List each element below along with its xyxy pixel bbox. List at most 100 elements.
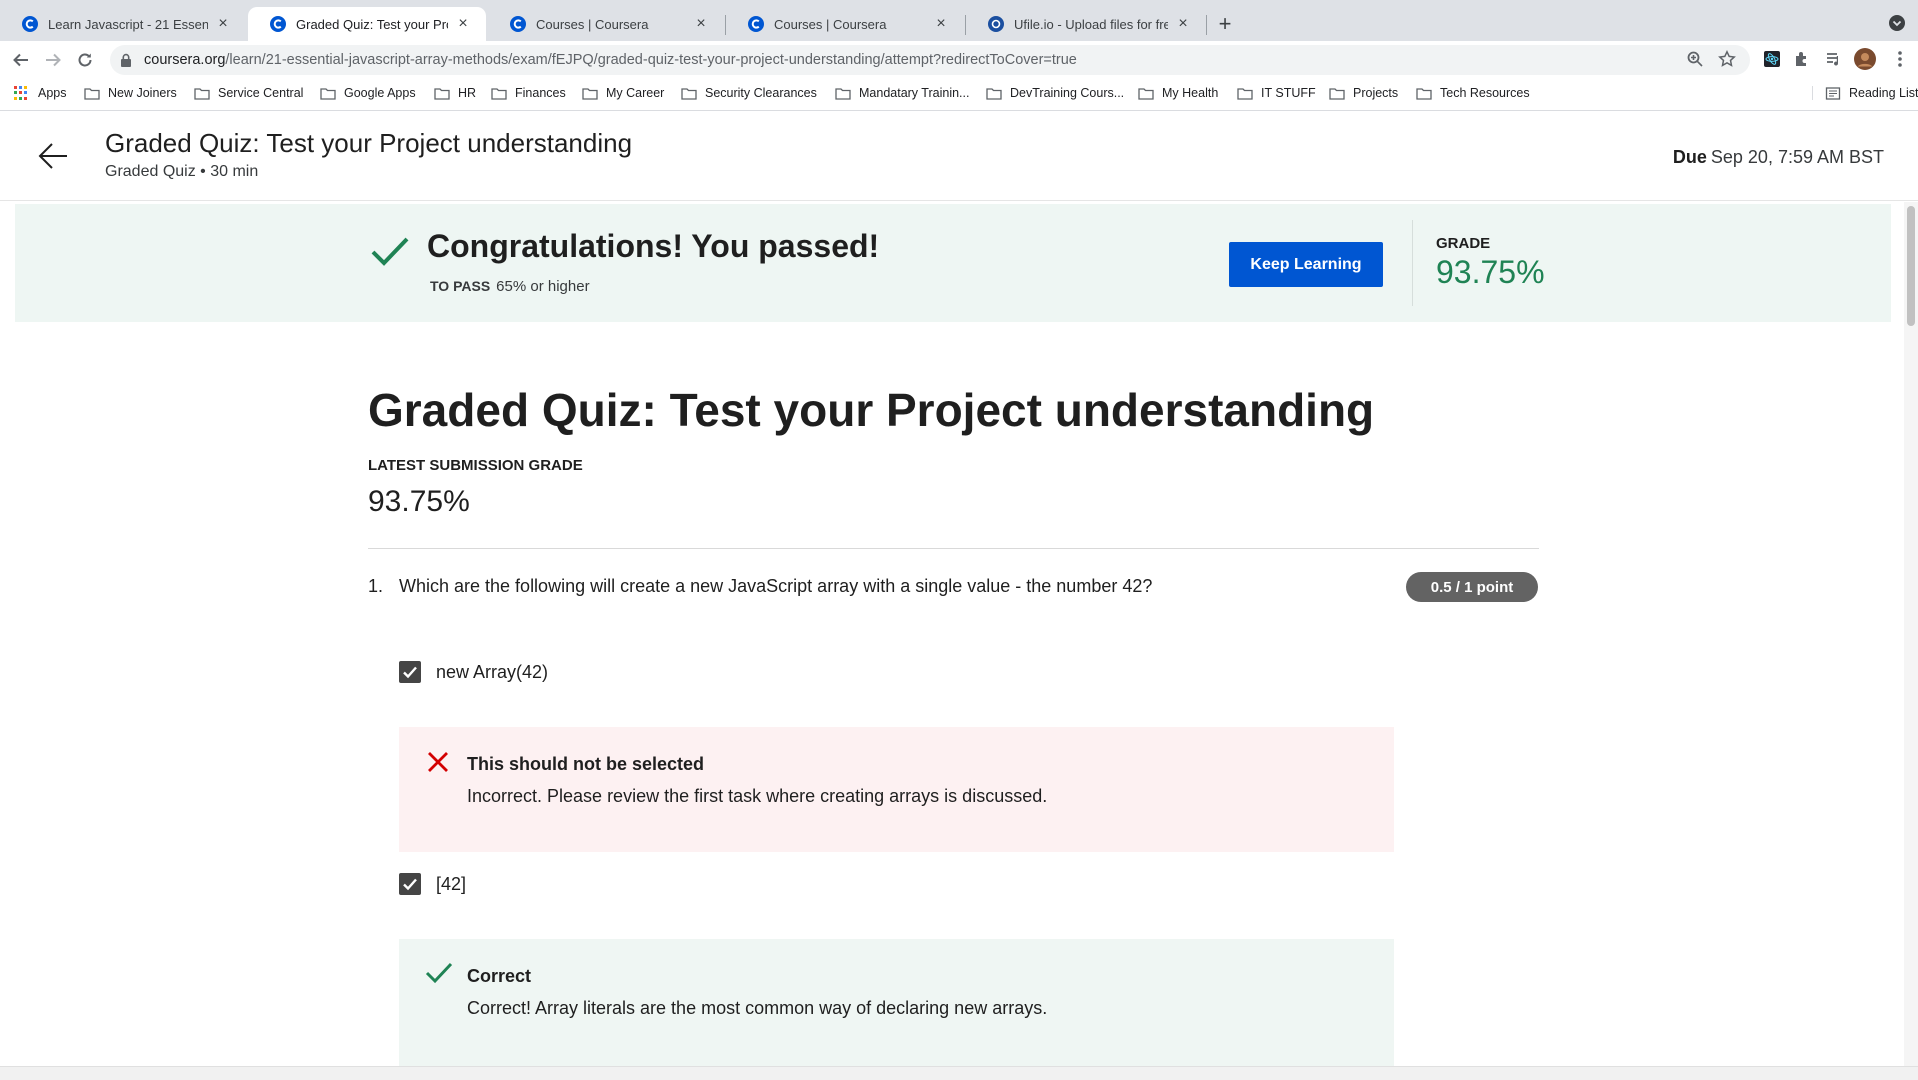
feedback-correct: Correct Correct! Array literals are the … (399, 939, 1394, 1066)
bookmark-folder[interactable]: My Health (1138, 86, 1218, 100)
tab-search-chevron-icon[interactable] (1888, 14, 1906, 32)
bookmark-folder[interactable]: New Joiners (84, 86, 177, 100)
tab-title: Learn Javascript - 21 Essential (48, 16, 208, 32)
folder-icon (320, 87, 336, 100)
bookmarks-bar: Apps New Joiners Service Central Google … (0, 78, 1918, 111)
browser-toolbar: coursera.org/learn/21-essential-javascri… (0, 41, 1918, 78)
bookmark-folder[interactable]: IT STUFF (1237, 86, 1316, 100)
browser-tab[interactable]: Courses | Coursera × (488, 7, 724, 41)
tab-title: Courses | Coursera (774, 16, 887, 32)
bookmark-folder[interactable]: My Career (582, 86, 664, 100)
vertical-scrollbar[interactable] (1904, 202, 1918, 1066)
bookmark-label: Service Central (218, 86, 304, 100)
bookmark-apps[interactable]: Apps (14, 86, 67, 100)
new-tab-plus-icon[interactable]: + (1212, 11, 1238, 37)
page-title: Graded Quiz: Test your Project understan… (368, 384, 1375, 436)
checkbox-checked-icon[interactable] (399, 873, 421, 895)
bookmark-folder[interactable]: HR (434, 86, 476, 100)
forward-arrow-icon[interactable] (40, 47, 66, 73)
close-x-icon (425, 749, 451, 775)
apps-grid-icon (14, 86, 28, 100)
feedback-text: Incorrect. Please review the first task … (467, 786, 1048, 806)
feedback-title: Correct (467, 966, 532, 986)
bookmark-folder[interactable]: Service Central (194, 86, 303, 100)
bookmark-folder[interactable]: Google Apps (320, 86, 416, 100)
folder-icon (84, 87, 100, 100)
url-text[interactable]: coursera.org/learn/21-essential-javascri… (144, 52, 1077, 68)
check-icon (370, 234, 410, 270)
browser-tab[interactable]: Learn Javascript - 21 Essential × (0, 7, 246, 41)
bookmark-label: DevTraining Cours... (1010, 86, 1125, 100)
tab-title: Courses | Coursera (536, 16, 649, 32)
bookmark-label: Apps (38, 86, 67, 100)
browser-tab-strip: Learn Javascript - 21 Essential × Graded… (0, 0, 1918, 41)
address-bar[interactable]: coursera.org/learn/21-essential-javascri… (110, 45, 1750, 75)
bookmark-label: New Joiners (108, 86, 177, 100)
bookmark-label: Mandatary Trainin... (859, 86, 970, 100)
folder-icon (491, 87, 507, 100)
close-tab-icon[interactable]: × (454, 15, 472, 33)
reload-icon[interactable] (72, 47, 98, 73)
scrollbar-thumb[interactable] (1907, 206, 1915, 326)
bookmark-label: IT STUFF (1261, 86, 1316, 100)
bookmark-folder[interactable]: Tech Resources (1416, 86, 1530, 100)
latest-grade-value: 93.75% (368, 485, 470, 518)
react-devtools-icon[interactable] (1760, 47, 1784, 71)
lock-icon[interactable] (120, 53, 134, 67)
to-pass-label: TO PASS (430, 278, 491, 294)
chrome-menu-icon[interactable] (1888, 47, 1912, 71)
bookmark-label: My Career (606, 86, 665, 100)
bookmark-folder[interactable]: Finances (491, 86, 566, 100)
to-pass-info: TO PASS 65% or higher (430, 278, 590, 295)
option-label: new Array(42) (436, 661, 549, 682)
zoom-icon[interactable] (1686, 50, 1704, 73)
checkbox-checked-icon[interactable] (399, 661, 421, 683)
grade-label: GRADE (1436, 235, 1491, 252)
bookmark-star-icon[interactable] (1718, 50, 1736, 73)
back-arrow-icon[interactable] (36, 139, 70, 173)
media-queue-icon[interactable] (1822, 47, 1846, 71)
browser-tab-active[interactable]: Graded Quiz: Test your Project × (248, 7, 486, 41)
answer-option[interactable]: new Array(42) (399, 661, 548, 683)
reading-list-label: Reading List (1849, 86, 1918, 100)
coursera-favicon-icon (748, 16, 764, 32)
bookmark-label: Security Clearances (705, 86, 817, 100)
points-badge: 0.5 / 1 point (1406, 572, 1538, 602)
option-label: [42] (436, 873, 467, 894)
feedback-title: This should not be selected (467, 754, 705, 774)
bookmark-folder[interactable]: Projects (1329, 86, 1398, 100)
keep-learning-button[interactable]: Keep Learning (1229, 242, 1383, 287)
bookmark-label: My Health (1162, 86, 1219, 100)
close-tab-icon[interactable]: × (932, 15, 950, 33)
bookmark-label: Tech Resources (1440, 86, 1530, 100)
browser-tab[interactable]: Ufile.io - Upload files for free & × (966, 7, 1206, 41)
header-subtitle: Graded Quiz • 30 min (105, 163, 259, 180)
extensions-puzzle-icon[interactable] (1790, 47, 1814, 71)
close-tab-icon[interactable]: × (214, 15, 232, 33)
url-host: coursera.org (144, 52, 226, 68)
close-tab-icon[interactable]: × (692, 15, 710, 33)
bookmark-folder[interactable]: Security Clearances (681, 86, 817, 100)
back-arrow-icon[interactable] (8, 47, 34, 73)
profile-avatar[interactable] (1853, 47, 1877, 71)
banner-divider (1412, 220, 1413, 306)
horizontal-scrollbar[interactable] (0, 1066, 1918, 1080)
due-label: Due (1672, 147, 1707, 167)
folder-icon (434, 87, 450, 100)
tab-separator (1206, 15, 1207, 35)
tab-title: Graded Quiz: Test your Project (296, 16, 448, 32)
folder-icon (835, 87, 851, 100)
grade-value: 93.75% (1436, 254, 1545, 290)
browser-tab[interactable]: Courses | Coursera × (726, 7, 964, 41)
bookmark-label: Projects (1353, 86, 1399, 100)
feedback-text: Correct! Array literals are the most com… (467, 998, 1048, 1018)
pass-message: Congratulations! You passed! (427, 228, 880, 264)
ufile-favicon-icon (988, 16, 1004, 32)
reading-list[interactable]: Reading List (1812, 86, 1918, 100)
bookmark-folder[interactable]: Mandatary Trainin... (835, 86, 969, 100)
bookmark-folder[interactable]: DevTraining Cours... (986, 86, 1124, 100)
close-tab-icon[interactable]: × (1174, 15, 1192, 33)
folder-icon (1416, 87, 1432, 100)
answer-option[interactable]: [42] (399, 873, 466, 895)
folder-icon (1138, 87, 1154, 100)
